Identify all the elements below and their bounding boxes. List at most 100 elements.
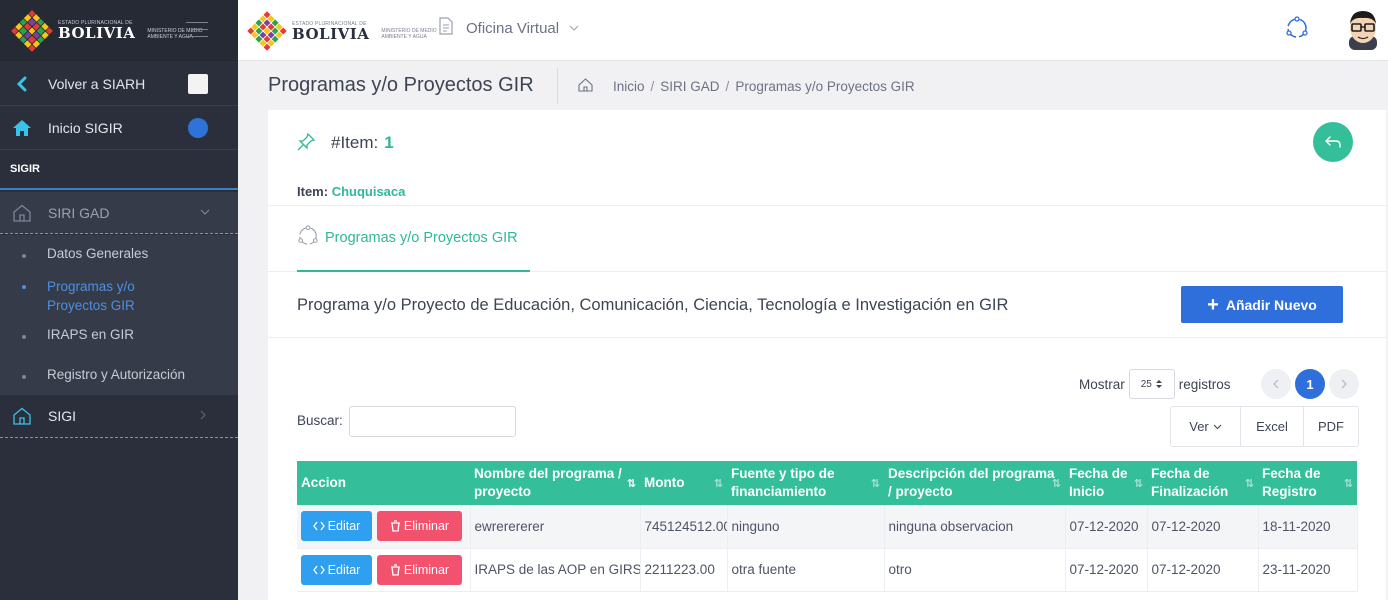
breadcrumb-item-inicio[interactable]: Inicio	[613, 79, 645, 94]
breadcrumb-separator: /	[725, 79, 730, 94]
cell-fuente: ninguno	[727, 505, 885, 549]
sort-icon: ⇅	[626, 478, 636, 490]
sidebar-subitem-datos[interactable]: Datos Generales	[22, 246, 148, 261]
table-header-row: Accion Nombre del programa / proyecto ⇅ M…	[297, 461, 1357, 505]
cell-fuente: otra fuente	[727, 548, 885, 592]
brand-name: BOLIVIA	[58, 24, 136, 42]
prev-page-button[interactable]	[1261, 369, 1291, 399]
next-page-button[interactable]	[1329, 369, 1359, 399]
sort-icon: ⇅	[1244, 478, 1254, 490]
ver-button[interactable]: Ver	[1171, 407, 1241, 446]
chevron-right-icon	[200, 410, 206, 423]
sidebar: ESTADO PLURINACIONAL DE BOLIVIA MINISTER…	[0, 0, 238, 600]
tab-label: Programas y/o Proyectos GIR	[325, 230, 518, 246]
column-header[interactable]: Monto ⇅	[640, 461, 727, 505]
item-number: 1	[384, 133, 394, 152]
status-dot	[188, 117, 208, 138]
column-header[interactable]: Fecha de Inicio ⇅	[1065, 461, 1147, 505]
page-button-1[interactable]: 1	[1295, 369, 1325, 399]
recycle-icon	[297, 224, 319, 251]
page-size-select[interactable]: 25	[1128, 369, 1175, 399]
edit-label: Editar	[327, 562, 361, 577]
chevron-down-icon	[1213, 424, 1222, 429]
breadcrumb: Inicio / SIRI GAD / Programas y/o Proyec…	[578, 78, 915, 95]
edit-label: Editar	[327, 519, 361, 534]
chevron-right-icon	[1341, 379, 1347, 389]
column-header[interactable]: Accion	[297, 461, 470, 505]
search-input[interactable]	[349, 406, 516, 437]
recycle-icon[interactable]	[1285, 16, 1309, 45]
page-size-value: 25	[1140, 378, 1152, 390]
menu-toggle-icon[interactable]	[186, 22, 208, 43]
trash-icon	[390, 520, 400, 532]
sidebar-subitem-iraps[interactable]: IRAPS en GIR	[22, 327, 134, 342]
home-icon	[12, 118, 32, 138]
search-label: Buscar:	[297, 413, 343, 428]
edit-button[interactable]: Editar	[301, 511, 372, 542]
subitem-label: Registro y Autorización	[47, 367, 186, 382]
records-label: registros	[1178, 376, 1231, 392]
cell-nombre: IRAPS de las AOP en GIRS	[470, 548, 641, 592]
chevron-down-icon	[569, 22, 579, 34]
column-header[interactable]: Fuente y tipo de financiamiento ⇅	[727, 461, 884, 505]
item-label: #Item:	[331, 133, 379, 152]
avatar[interactable]	[1343, 6, 1383, 50]
code-icon	[312, 521, 325, 531]
status-square	[188, 73, 208, 94]
pin-icon	[296, 132, 316, 157]
topbar-logo[interactable]: ESTADO PLURINACIONAL DE BOLIVIA MINISTER…	[247, 11, 451, 51]
action-cell: Editar Eliminar	[297, 548, 471, 592]
tab-programas[interactable]: Programas y/o Proyectos GIR	[297, 224, 530, 272]
sidebar-brand: ESTADO PLURINACIONAL DE BOLIVIA MINISTER…	[0, 0, 238, 61]
item-subtitle: Item: Chuquisaca	[297, 184, 405, 199]
delete-button[interactable]: Eliminar	[377, 554, 462, 585]
home-icon[interactable]	[578, 78, 593, 95]
chevron-left-icon	[12, 74, 32, 94]
item-sub-label: Item:	[297, 184, 329, 199]
column-header[interactable]: Fecha de Finalización ⇅	[1147, 461, 1258, 505]
subitem-label: IRAPS en GIR	[47, 327, 135, 342]
sidebar-item-inicio[interactable]: Inicio SIGIR	[0, 106, 238, 150]
pdf-button[interactable]: PDF	[1304, 407, 1358, 446]
excel-button[interactable]: Excel	[1241, 407, 1304, 446]
column-header[interactable]: Fecha de Registro ⇅	[1258, 461, 1357, 505]
trash-icon	[390, 563, 400, 576]
topbar: ESTADO PLURINACIONAL DE BOLIVIA MINISTER…	[238, 0, 1388, 61]
sidebar-subitem-programas[interactable]: Programas y/o Proyectos GIR	[22, 277, 182, 315]
bolivia-logo	[11, 9, 53, 52]
cell-fecha-registro: 23-11-2020	[1258, 548, 1358, 592]
chevron-down-icon	[200, 207, 210, 218]
breadcrumb-item-siri-gad[interactable]: SIRI GAD	[660, 79, 719, 94]
table-row: Editar Eliminar IRAPS de las AOP en GIRS…	[297, 548, 1358, 592]
cell-fecha-inicio: 07-12-2020	[1065, 548, 1148, 592]
add-new-button[interactable]: + Añadir Nuevo	[1181, 286, 1343, 323]
sort-icon: ⇅	[1133, 478, 1143, 490]
sidebar-item-siri-gad[interactable]: SIRI GAD	[0, 192, 238, 234]
cell-fecha-fin: 07-12-2020	[1147, 505, 1259, 549]
edit-button[interactable]: Editar	[301, 554, 372, 585]
brand-name: BOLIVIA	[292, 24, 370, 43]
plus-icon: +	[1207, 293, 1219, 316]
document-icon	[438, 17, 454, 39]
column-header[interactable]: Descripción del programa / proyecto ⇅	[884, 461, 1065, 505]
return-icon	[1325, 136, 1341, 148]
tab-bar: Programas y/o Proyectos GIR	[268, 206, 1386, 272]
column-header[interactable]: Nombre del programa / proyecto ⇅	[470, 461, 640, 505]
header-label: Fecha de Inicio	[1069, 466, 1128, 499]
export-buttons: Ver Excel PDF	[1170, 406, 1359, 447]
sort-icon: ⇅	[713, 478, 723, 490]
sort-icon: ⇅	[1051, 478, 1061, 490]
sidebar-item-volver[interactable]: Volver a SIARH	[0, 62, 238, 106]
app-switcher[interactable]: Oficina Virtual	[438, 17, 579, 39]
header-label: Nombre del programa / proyecto	[474, 466, 622, 499]
ver-label: Ver	[1189, 419, 1209, 434]
delete-button[interactable]: Eliminar	[377, 511, 462, 542]
sidebar-subitem-registro[interactable]: Registro y Autorización	[22, 367, 185, 382]
delete-label: Eliminar	[403, 519, 450, 534]
breadcrumb-item-current: Programas y/o Proyectos GIR	[735, 79, 915, 94]
sidebar-item-label: SIRI GAD	[48, 204, 110, 221]
back-button[interactable]	[1313, 122, 1353, 162]
sidebar-item-sigi[interactable]: SIGI	[0, 395, 238, 438]
card-header: #Item: 1 Item: Chuquisaca	[268, 110, 1386, 206]
cell-descripcion: otro	[884, 548, 1066, 592]
